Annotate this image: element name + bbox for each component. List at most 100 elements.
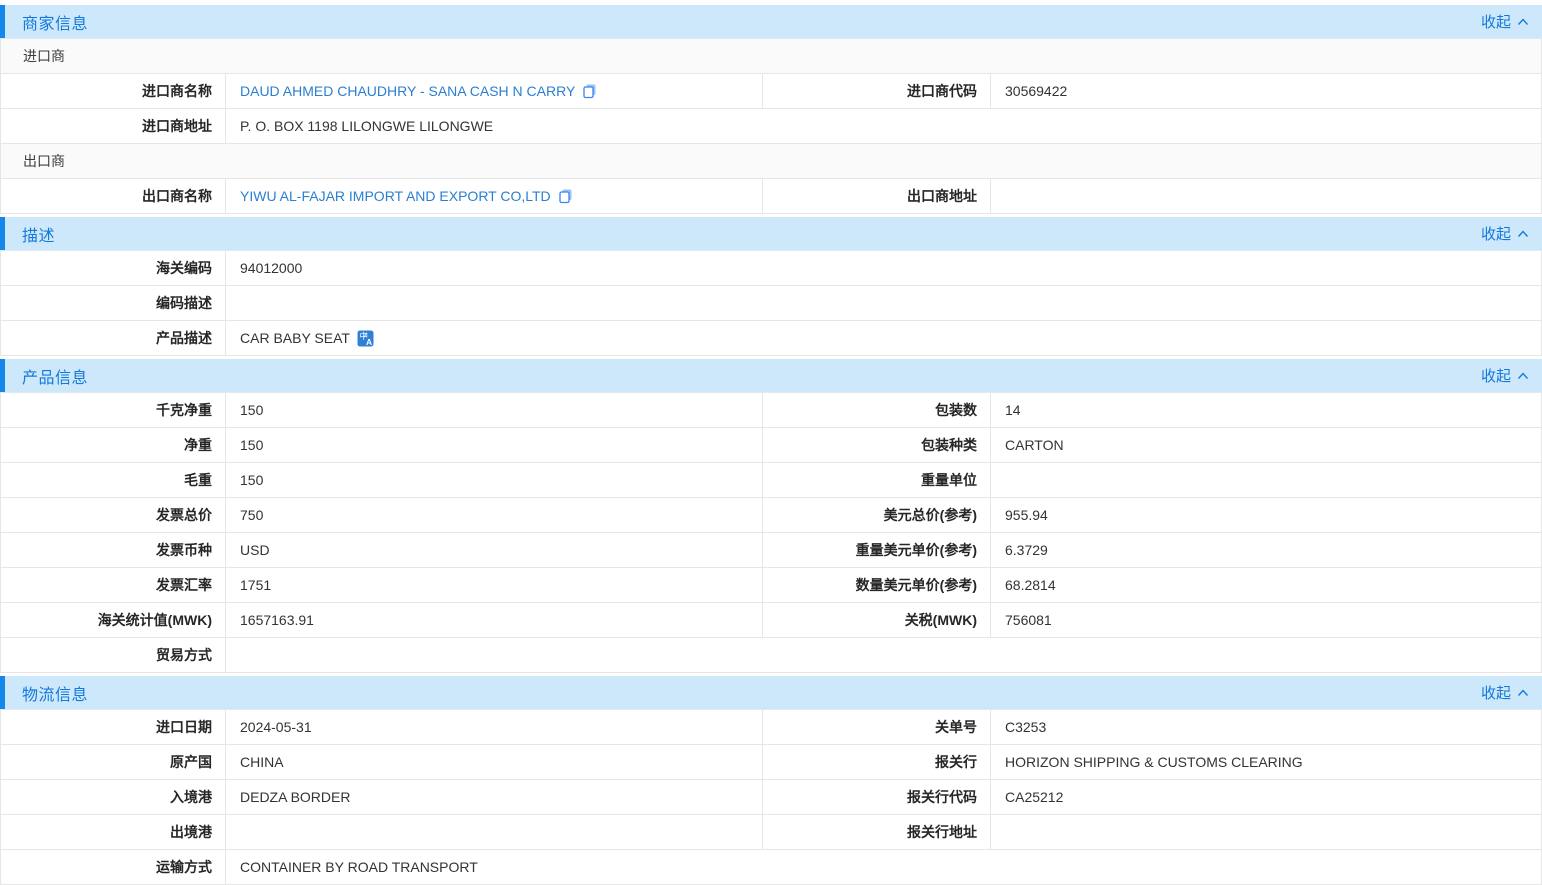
table-row: 进口商地址 P. O. BOX 1198 LILONGWE LILONGWE xyxy=(1,109,1541,144)
copy-icon[interactable] xyxy=(558,188,574,204)
field-label: 出口商地址 xyxy=(763,179,991,213)
field-value: 2024-05-31 xyxy=(226,710,763,744)
section-header-description: 描述收起 xyxy=(0,217,1542,250)
section-title: 产品信息 xyxy=(22,364,88,388)
table-row: 净重 150 包装种类 CARTON xyxy=(1,428,1541,463)
table-row: 贸易方式 xyxy=(1,638,1541,673)
field-value xyxy=(226,638,1541,672)
field-value: 14 xyxy=(991,393,1541,427)
field-value-text: 30569422 xyxy=(1005,83,1067,99)
field-label: 发票币种 xyxy=(1,533,226,567)
field-label: 发票总价 xyxy=(1,498,226,532)
company-name-link[interactable]: YIWU AL-FAJAR IMPORT AND EXPORT CO,LTD xyxy=(240,188,551,204)
field-label: 包装数 xyxy=(763,393,991,427)
field-value-text: 1751 xyxy=(240,577,271,593)
section-body: 千克净重150包装数14净重150包装种类CARTON毛重150重量单位发票总价… xyxy=(0,392,1542,673)
collapse-label: 收起 xyxy=(1481,365,1511,386)
field-value-text: 150 xyxy=(240,402,263,418)
field-label: 重量单位 xyxy=(763,463,991,497)
field-value-text: 150 xyxy=(240,437,263,453)
field-value-text: CHINA xyxy=(240,754,284,770)
field-value-text: 750 xyxy=(240,507,263,523)
field-label: 关单号 xyxy=(763,710,991,744)
table-row: 千克净重150包装数14 xyxy=(1,393,1541,428)
field-label: 包装种类 xyxy=(763,428,991,462)
field-label: 海关统计值(MWK) xyxy=(1,603,226,637)
collapse-label: 收起 xyxy=(1481,682,1511,703)
field-value: CAR BABY SEAT 中A xyxy=(226,321,1541,355)
field-label: 海关编码 xyxy=(1,251,226,285)
field-value xyxy=(226,286,1541,320)
field-value: YIWU AL-FAJAR IMPORT AND EXPORT CO,LTD xyxy=(226,179,763,213)
field-label: 毛重 xyxy=(1,463,226,497)
field-value: 6.3729 xyxy=(991,533,1541,567)
copy-icon[interactable] xyxy=(582,83,598,99)
field-value-text: 14 xyxy=(1005,402,1021,418)
field-value-text: 955.94 xyxy=(1005,507,1048,523)
subsection-header: 出口商 xyxy=(1,144,1541,179)
section-product-info: 产品信息收起千克净重150包装数14净重150包装种类CARTON毛重150重量… xyxy=(0,359,1542,673)
field-value: 150 xyxy=(226,428,763,462)
field-label: 入境港 xyxy=(1,780,226,814)
field-label: 报关行 xyxy=(763,745,991,779)
section-header-logistics-info: 物流信息 收起 xyxy=(0,676,1542,709)
field-label: 净重 xyxy=(1,428,226,462)
field-label: 美元总价(参考) xyxy=(763,498,991,532)
field-value-text: CAR BABY SEAT xyxy=(240,330,350,346)
field-value-text: CONTAINER BY ROAD TRANSPORT xyxy=(240,859,478,875)
subsection-header: 进口商 xyxy=(1,39,1541,74)
field-label: 运输方式 xyxy=(1,850,226,884)
subsection-label: 出口商 xyxy=(23,151,65,171)
collapse-label: 收起 xyxy=(1481,223,1511,244)
field-label: 进口商代码 xyxy=(763,74,991,108)
field-value: 94012000 xyxy=(226,251,1541,285)
table-row: 编码描述 xyxy=(1,286,1541,321)
collapse-button[interactable]: 收起 xyxy=(1481,682,1529,703)
collapse-button[interactable]: 收起 xyxy=(1481,11,1529,32)
field-label: 编码描述 xyxy=(1,286,226,320)
field-value: 1657163.91 xyxy=(226,603,763,637)
collapse-button[interactable]: 收起 xyxy=(1481,223,1529,244)
field-value: 150 xyxy=(226,463,763,497)
field-value-text: CARTON xyxy=(1005,437,1064,453)
field-value: CONTAINER BY ROAD TRANSPORT xyxy=(226,850,1541,884)
table-row: 毛重150重量单位 xyxy=(1,463,1541,498)
section-description: 描述收起海关编码94012000编码描述产品描述CAR BABY SEAT中A xyxy=(0,217,1542,356)
table-row: 进口日期2024-05-31关单号C3253 xyxy=(1,710,1541,745)
collapse-label: 收起 xyxy=(1481,11,1511,32)
company-name-link[interactable]: DAUD AHMED CHAUDHRY - SANA CASH N CARRY xyxy=(240,83,575,99)
field-label: 发票汇率 xyxy=(1,568,226,602)
field-label: 出境港 xyxy=(1,815,226,849)
table-row: 产品描述CAR BABY SEAT中A xyxy=(1,321,1541,356)
table-row: 发票汇率1751数量美元单价(参考)68.2814 xyxy=(1,568,1541,603)
table-row: 运输方式 CONTAINER BY ROAD TRANSPORT xyxy=(1,850,1541,885)
field-label: 出口商名称 xyxy=(1,179,226,213)
subsection-label: 进口商 xyxy=(23,46,65,66)
section-merchant-info: 商家信息收起进口商进口商名称DAUD AHMED CHAUDHRY - SANA… xyxy=(0,5,1542,214)
field-value-text: P. O. BOX 1198 LILONGWE LILONGWE xyxy=(240,118,493,134)
table-row: 出境港 报关行地址 xyxy=(1,815,1541,850)
field-value-text: 756081 xyxy=(1005,612,1052,628)
field-value xyxy=(991,815,1541,849)
field-value: HORIZON SHIPPING & CUSTOMS CLEARING xyxy=(991,745,1541,779)
table-row: 出口商名称 YIWU AL-FAJAR IMPORT AND EXPORT CO,… xyxy=(1,179,1541,214)
section-header-merchant-info: 商家信息收起 xyxy=(0,5,1542,38)
translate-icon[interactable]: 中A xyxy=(357,330,374,347)
field-label: 报关行地址 xyxy=(763,815,991,849)
chevron-up-icon xyxy=(1517,371,1529,380)
field-label: 关税(MWK) xyxy=(763,603,991,637)
field-value: 955.94 xyxy=(991,498,1541,532)
field-value-text: CA25212 xyxy=(1005,789,1063,805)
field-value: DEDZA BORDER xyxy=(226,780,763,814)
field-value: USD xyxy=(226,533,763,567)
section-header-product-info: 产品信息 收起 xyxy=(0,359,1542,392)
field-value-text: 94012000 xyxy=(240,260,302,276)
field-value: 1751 xyxy=(226,568,763,602)
section-body: 海关编码94012000编码描述产品描述CAR BABY SEAT中A xyxy=(0,250,1542,356)
table-row: 进口商名称DAUD AHMED CHAUDHRY - SANA CASH N C… xyxy=(1,74,1541,109)
table-row: 发票币种USD重量美元单价(参考)6.3729 xyxy=(1,533,1541,568)
collapse-button[interactable]: 收起 xyxy=(1481,365,1529,386)
field-value-text: HORIZON SHIPPING & CUSTOMS CLEARING xyxy=(1005,754,1303,770)
section-title: 物流信息 xyxy=(22,681,88,705)
field-label: 进口商地址 xyxy=(1,109,226,143)
